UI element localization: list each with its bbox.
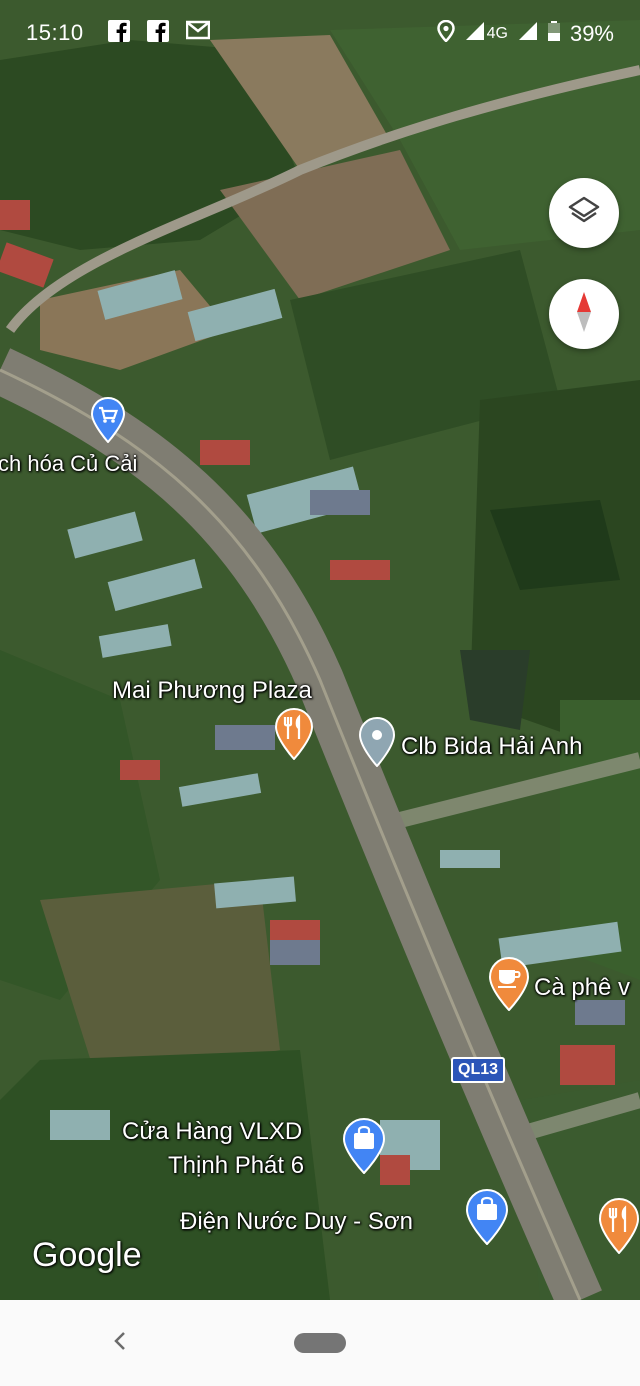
place-label[interactable]: Clb Bida Hải Anh — [401, 732, 582, 762]
compass-button[interactable] — [549, 279, 619, 349]
status-bar: 15:10 4G 39% — [0, 0, 640, 64]
compass-icon — [574, 290, 594, 339]
facebook-icon — [108, 20, 130, 48]
shopping-pin-icon[interactable] — [90, 396, 126, 448]
layers-button[interactable] — [549, 178, 619, 248]
place-pin-icon[interactable] — [358, 716, 396, 772]
home-pill-button[interactable] — [294, 1333, 346, 1353]
shopping-pin-icon[interactable] — [465, 1188, 509, 1250]
facebook-icon — [147, 20, 169, 48]
place-label[interactable]: Điện Nước Duy - Sơn — [180, 1207, 413, 1237]
road-shield: QL13 — [451, 1057, 506, 1083]
cafe-pin-icon[interactable] — [488, 956, 530, 1016]
place-label[interactable]: Cửa Hàng VLXD — [122, 1117, 302, 1147]
restaurant-pin-icon[interactable] — [274, 707, 314, 765]
layers-icon — [567, 194, 601, 233]
back-icon[interactable] — [112, 1326, 128, 1360]
place-label[interactable]: Mai Phương Plaza — [112, 676, 312, 706]
signal-icon — [465, 21, 485, 47]
restaurant-pin-icon[interactable] — [598, 1197, 640, 1259]
google-attribution: Google — [32, 1236, 142, 1274]
satellite-map[interactable] — [0, 0, 640, 1300]
status-time: 15:10 — [26, 20, 84, 45]
satellite-imagery — [0, 0, 640, 1300]
network-type: 4G — [486, 25, 508, 42]
shopping-pin-icon[interactable] — [342, 1117, 386, 1179]
place-label[interactable]: ch hóa Củ Cải — [0, 450, 137, 478]
gmail-icon — [185, 20, 211, 46]
signal-icon — [518, 21, 538, 47]
location-icon — [436, 19, 455, 48]
battery-icon — [547, 21, 560, 47]
battery-level: 39% — [569, 21, 614, 46]
place-label[interactable]: Thịnh Phát 6 — [168, 1151, 304, 1181]
place-label[interactable]: Cà phê v — [534, 973, 630, 1003]
